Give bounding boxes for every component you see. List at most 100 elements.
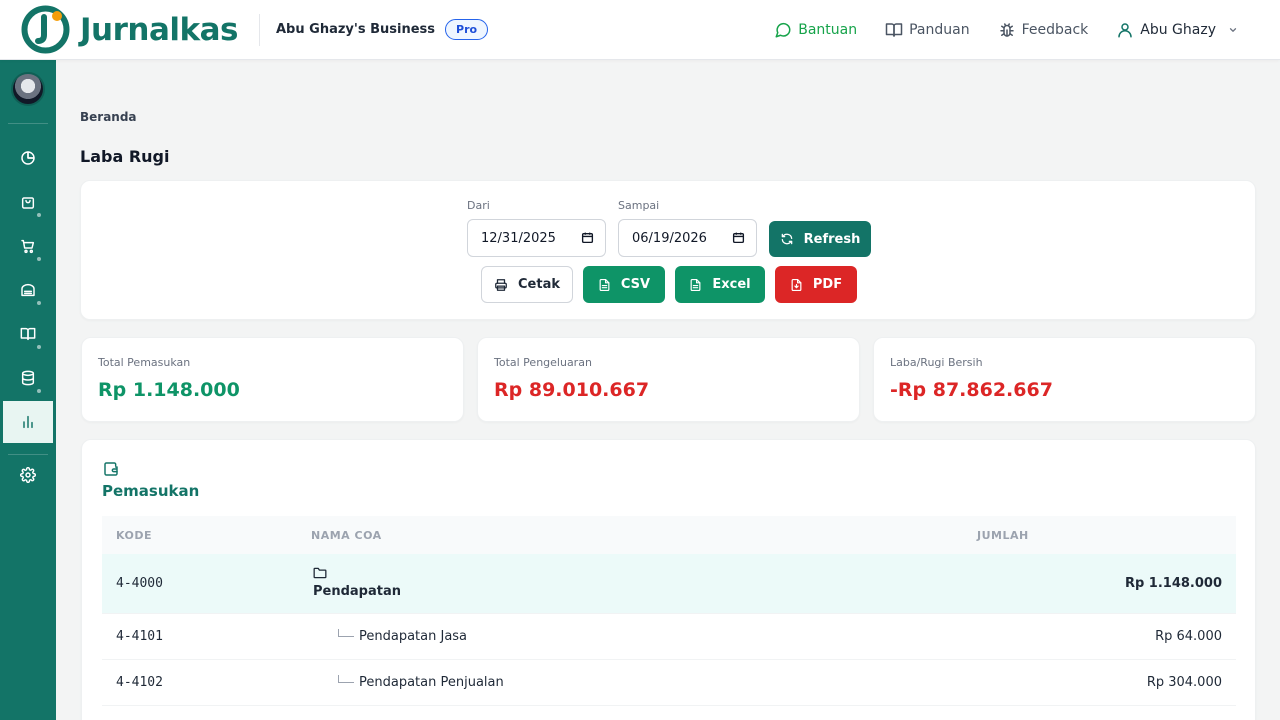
- row-name: Pendapatan Penjualan: [359, 675, 504, 690]
- column-code: KODE: [116, 529, 153, 542]
- income-value: Rp 1.148.000: [98, 379, 240, 401]
- row-amount: Rp 1.148.000: [1124, 576, 1222, 591]
- submenu-dot: [37, 345, 41, 349]
- sidebar: [0, 60, 56, 720]
- sidebar-item-settings[interactable]: [3, 454, 53, 496]
- guide-link[interactable]: Panduan: [885, 21, 970, 39]
- database-icon: [21, 370, 35, 386]
- submenu-dot: [37, 301, 41, 305]
- filter-card: Dari 12/31/2025 Sampai 06/19/2026 Refres…: [80, 180, 1256, 320]
- chat-icon: [775, 22, 791, 38]
- column-coa-name: NAMA COA: [311, 529, 382, 542]
- plan-badge: Pro: [445, 19, 489, 40]
- chevron-down-icon: [1229, 28, 1237, 32]
- header-actions: Bantuan Panduan Feedback Abu Ghazy: [746, 0, 1244, 60]
- csv-label: CSV: [620, 277, 651, 292]
- printer-icon: [495, 278, 507, 291]
- sidebar-item-reports[interactable]: [3, 401, 53, 443]
- sidebar-item-dashboard[interactable]: [3, 137, 53, 179]
- submenu-dot: [37, 213, 41, 217]
- from-date-input[interactable]: 12/31/2025: [467, 219, 606, 257]
- row-code: 4-4000: [116, 576, 163, 591]
- logo-mark-icon: [21, 5, 70, 54]
- cart-icon: [21, 239, 35, 254]
- avatar[interactable]: [11, 72, 45, 106]
- feedback-link[interactable]: Feedback: [998, 21, 1089, 39]
- table-header: KODE NAMA COA JUMLAH: [102, 516, 1236, 554]
- from-label: Dari: [467, 199, 490, 212]
- to-label: Sampai: [618, 199, 660, 212]
- wallet-icon: [104, 462, 118, 476]
- csv-button[interactable]: CSV: [583, 266, 665, 303]
- from-date-value: 12/31/2025: [481, 230, 556, 246]
- folder-icon: [313, 567, 327, 579]
- table-row[interactable]: 4-4101 Pendapatan Jasa Rp 64.000: [102, 614, 1236, 660]
- shopping-bag-icon: [21, 197, 35, 209]
- table-row[interactable]: 4-4102 Pendapatan Penjualan Rp 304.000: [102, 660, 1236, 706]
- print-label: Cetak: [518, 277, 560, 292]
- net-summary-card: Laba/Rugi Bersih -Rp 87.862.667: [873, 337, 1256, 422]
- book-icon: [20, 327, 36, 341]
- income-summary-card: Total Pemasukan Rp 1.148.000: [81, 337, 464, 422]
- sidebar-item-journal[interactable]: [3, 313, 53, 355]
- row-amount: Rp 64.000: [1155, 629, 1222, 644]
- refresh-icon: [781, 233, 792, 245]
- sidebar-item-sales[interactable]: [3, 181, 53, 223]
- guide-label: Panduan: [909, 22, 970, 38]
- bar-chart-icon: [23, 415, 33, 429]
- expense-label: Total Pengeluaran: [494, 356, 592, 369]
- feedback-label: Feedback: [1021, 22, 1089, 38]
- tree-connector: [338, 629, 354, 637]
- submenu-dot: [37, 389, 41, 393]
- archive-icon: [21, 283, 35, 297]
- refresh-label: Refresh: [803, 231, 861, 247]
- row-name: Pendapatan: [313, 584, 401, 599]
- file-download-icon: [791, 278, 802, 291]
- page-title: Laba Rugi: [80, 147, 170, 166]
- refresh-button[interactable]: Refresh: [769, 221, 871, 257]
- pdf-button[interactable]: PDF: [775, 266, 857, 303]
- excel-button[interactable]: Excel: [675, 266, 765, 303]
- row-code: 4-4102: [116, 675, 163, 690]
- book-open-icon: [885, 23, 903, 37]
- sidebar-item-master-data[interactable]: [3, 357, 53, 399]
- brand-name: Jurnalkas: [80, 11, 239, 48]
- to-date-value: 06/19/2026: [632, 230, 707, 246]
- row-code: 4-4101: [116, 629, 163, 644]
- chart-pie-icon: [21, 151, 35, 165]
- tree-connector: [338, 675, 354, 683]
- help-link[interactable]: Bantuan: [774, 21, 857, 39]
- income-section-card: Pemasukan KODE NAMA COA JUMLAH 4-4000 Pe…: [81, 439, 1256, 720]
- calendar-icon[interactable]: [732, 231, 745, 244]
- print-button[interactable]: Cetak: [481, 266, 573, 303]
- income-section-title: Pemasukan: [102, 482, 200, 500]
- row-amount: Rp 304.000: [1146, 675, 1222, 690]
- file-spreadsheet-icon: [690, 278, 701, 291]
- column-amount: JUMLAH: [977, 529, 1029, 542]
- header-divider: [259, 13, 260, 46]
- bug-icon: [999, 23, 1014, 37]
- sidebar-divider: [8, 123, 48, 124]
- row-name: Pendapatan Jasa: [359, 629, 468, 644]
- net-value: -Rp 87.862.667: [890, 379, 1053, 401]
- user-name: Abu Ghazy: [1140, 22, 1216, 38]
- breadcrumb[interactable]: Beranda: [80, 110, 137, 124]
- brand-logo[interactable]: Jurnalkas: [21, 0, 259, 60]
- net-label: Laba/Rugi Bersih: [890, 356, 983, 369]
- top-header: Jurnalkas Abu Ghazy's Business Pro Bantu…: [0, 0, 1280, 60]
- expense-value: Rp 89.010.667: [494, 379, 650, 401]
- gear-icon: [20, 467, 36, 483]
- user-menu[interactable]: Abu Ghazy: [1116, 21, 1244, 39]
- sidebar-item-inventory[interactable]: [3, 269, 53, 311]
- sidebar-item-purchase[interactable]: [3, 225, 53, 267]
- calendar-icon[interactable]: [581, 231, 594, 244]
- pdf-label: PDF: [812, 277, 843, 292]
- income-label: Total Pemasukan: [98, 356, 191, 369]
- user-icon: [1118, 23, 1133, 38]
- expense-summary-card: Total Pengeluaran Rp 89.010.667: [477, 337, 860, 422]
- help-label: Bantuan: [798, 22, 858, 38]
- to-date-input[interactable]: 06/19/2026: [618, 219, 757, 257]
- table-row[interactable]: 4-4000 Pendapatan Rp 1.148.000: [102, 554, 1236, 614]
- submenu-dot: [37, 257, 41, 261]
- business-name[interactable]: Abu Ghazy's Business: [276, 22, 435, 37]
